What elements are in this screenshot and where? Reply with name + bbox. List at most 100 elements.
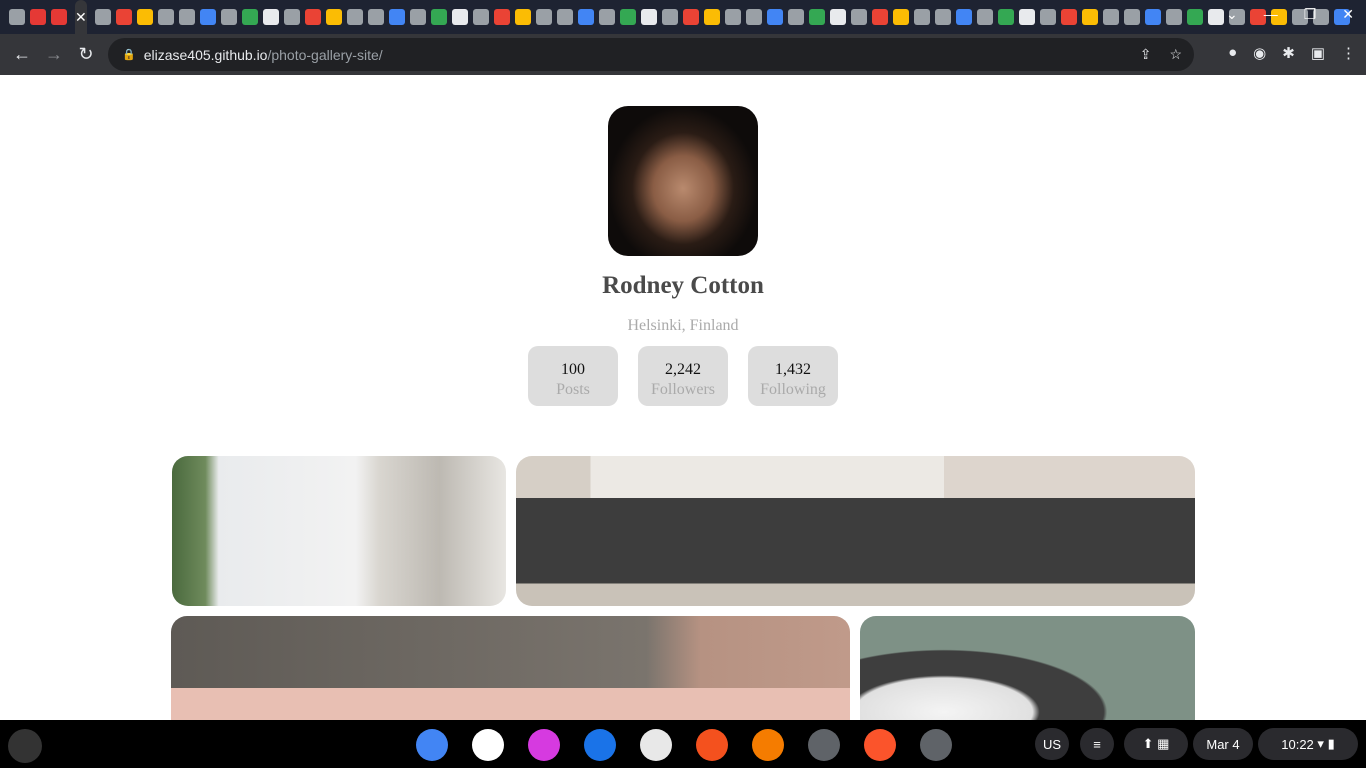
tab[interactable] xyxy=(263,9,280,25)
tab[interactable] xyxy=(452,9,469,25)
tab[interactable] xyxy=(494,9,511,25)
tab[interactable] xyxy=(1061,9,1078,25)
tab[interactable] xyxy=(578,9,595,25)
shelf-app-chrome[interactable] xyxy=(416,729,448,761)
tab[interactable] xyxy=(326,9,343,25)
living-room-plant-photo[interactable] xyxy=(172,456,506,606)
tab[interactable] xyxy=(683,9,700,25)
shelf-app-terminal[interactable] xyxy=(808,729,840,761)
tab[interactable] xyxy=(704,9,721,25)
tab[interactable] xyxy=(1145,9,1162,25)
close-window-button[interactable]: ✕ xyxy=(1342,6,1354,23)
tab[interactable] xyxy=(137,9,154,25)
tab[interactable] xyxy=(1019,9,1036,25)
pinned-tab[interactable] xyxy=(8,9,25,25)
tab[interactable] xyxy=(788,9,805,25)
status-tray[interactable]: 10:22 ▾ ▮ xyxy=(1258,728,1358,760)
pink-bathtub-photo[interactable] xyxy=(171,616,850,720)
tab[interactable] xyxy=(200,9,217,25)
share-icon[interactable]: ⇪ xyxy=(1140,46,1152,63)
tab[interactable] xyxy=(1187,9,1204,25)
tab[interactable] xyxy=(1166,9,1183,25)
puzzle-extensions-icon[interactable]: ✱ xyxy=(1282,44,1295,62)
tab[interactable] xyxy=(998,9,1015,25)
tab[interactable] xyxy=(347,9,364,25)
shelf-app-vlc[interactable] xyxy=(752,729,784,761)
shelf-app-sketch[interactable] xyxy=(696,729,728,761)
tab[interactable] xyxy=(641,9,658,25)
shelf-app-files[interactable] xyxy=(584,729,616,761)
tab[interactable] xyxy=(284,9,301,25)
tab[interactable] xyxy=(515,9,532,25)
tab[interactable] xyxy=(1082,9,1099,25)
tab[interactable] xyxy=(158,9,175,25)
tab[interactable] xyxy=(1040,9,1057,25)
forward-button[interactable]: → xyxy=(38,44,70,65)
tab[interactable] xyxy=(368,9,385,25)
launcher-button[interactable] xyxy=(8,729,42,763)
tab[interactable] xyxy=(872,9,889,25)
side-panel-icon[interactable]: ▣ xyxy=(1311,44,1325,62)
shelf-app-play-store[interactable] xyxy=(472,729,504,761)
window-controls: ⌄ — ❐ ✕ xyxy=(1226,6,1354,23)
tab[interactable] xyxy=(1208,9,1225,25)
tab[interactable] xyxy=(1103,9,1120,25)
menu-icon[interactable]: ⋮ xyxy=(1341,44,1356,62)
shelf-app-gallery[interactable] xyxy=(528,729,560,761)
browser-toolbar: ← → ↻ 🔒 elizase405.github.io/photo-galle… xyxy=(0,34,1366,75)
date-display[interactable]: Mar 4 xyxy=(1193,728,1253,760)
pinned-tab[interactable] xyxy=(50,9,67,25)
bookmark-star-icon[interactable]: ☆ xyxy=(1169,46,1182,63)
profile-extension-icon[interactable]: ◉ xyxy=(1253,44,1266,62)
tab[interactable] xyxy=(620,9,637,25)
tab[interactable] xyxy=(599,9,616,25)
tab[interactable] xyxy=(830,9,847,25)
media-controls-icon[interactable]: ≡ xyxy=(1080,728,1114,760)
tab[interactable] xyxy=(179,9,196,25)
tab-search-icon[interactable]: ⌄ xyxy=(1226,6,1238,23)
pinned-tab[interactable] xyxy=(29,9,46,25)
tab[interactable] xyxy=(977,9,994,25)
tab[interactable] xyxy=(725,9,742,25)
tab[interactable] xyxy=(1124,9,1141,25)
tab[interactable] xyxy=(305,9,322,25)
stat-posts: 100 Posts xyxy=(528,346,618,406)
tab[interactable] xyxy=(536,9,553,25)
tab[interactable] xyxy=(242,9,259,25)
active-tab-close-button[interactable]: ✕ xyxy=(75,0,87,34)
address-bar[interactable]: 🔒 elizase405.github.io/photo-gallery-sit… xyxy=(108,38,1194,71)
tab[interactable] xyxy=(431,9,448,25)
tab[interactable] xyxy=(410,9,427,25)
shelf-app-brave[interactable] xyxy=(864,729,896,761)
restore-button[interactable]: ❐ xyxy=(1304,6,1317,23)
tab[interactable] xyxy=(557,9,574,25)
lamp-photo[interactable] xyxy=(860,616,1195,720)
holding-space-icon[interactable]: ⬆ ▦ xyxy=(1124,728,1188,760)
tab[interactable] xyxy=(956,9,973,25)
tab[interactable] xyxy=(893,9,910,25)
tab-strip: ✕+ xyxy=(0,0,1366,34)
tab[interactable] xyxy=(746,9,763,25)
extension-icon[interactable]: ● xyxy=(1228,44,1237,62)
tab[interactable] xyxy=(95,9,112,25)
tab[interactable] xyxy=(809,9,826,25)
profile-name: Rodney Cotton xyxy=(602,272,764,299)
back-button[interactable]: ← xyxy=(6,44,38,65)
wifi-icon: ▾ xyxy=(1317,736,1324,751)
url-path: /photo-gallery-site/ xyxy=(267,46,383,63)
tab[interactable] xyxy=(389,9,406,25)
sofa-room-photo[interactable] xyxy=(516,456,1195,606)
tab[interactable] xyxy=(767,9,784,25)
tab[interactable] xyxy=(914,9,931,25)
tab[interactable] xyxy=(473,9,490,25)
keyboard-layout[interactable]: US xyxy=(1035,728,1069,760)
reload-button[interactable]: ↻ xyxy=(70,44,102,65)
minimize-button[interactable]: — xyxy=(1264,6,1278,23)
tab[interactable] xyxy=(221,9,238,25)
tab[interactable] xyxy=(662,9,679,25)
shelf-app-text-editor[interactable] xyxy=(920,729,952,761)
shelf-app-text[interactable] xyxy=(640,729,672,761)
tab[interactable] xyxy=(116,9,133,25)
tab[interactable] xyxy=(935,9,952,25)
tab[interactable] xyxy=(851,9,868,25)
